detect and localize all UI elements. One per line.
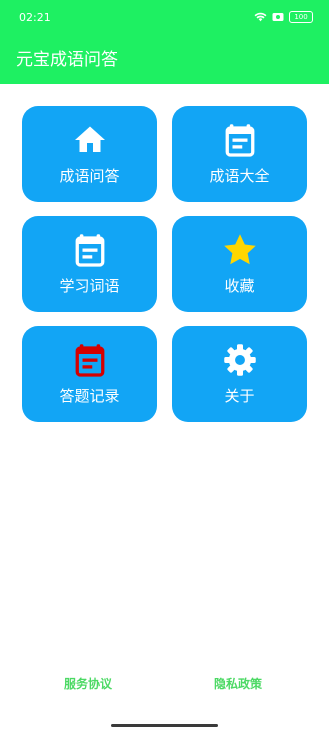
home-icon: [72, 122, 108, 158]
tile-idiom-dictionary[interactable]: 成语大全: [172, 106, 307, 202]
tile-label: 学习词语: [59, 277, 120, 295]
tile-answer-records[interactable]: 答题记录: [22, 326, 157, 422]
service-agreement-link[interactable]: 服务协议: [64, 676, 112, 692]
status-icons: 100: [254, 11, 313, 23]
tile-favorites[interactable]: 收藏: [172, 216, 307, 312]
calendar-icon: [72, 232, 108, 268]
calendar-icon: [222, 122, 258, 158]
tile-label: 答题记录: [59, 387, 120, 405]
status-bar: 02:21 100: [0, 0, 329, 36]
home-indicator[interactable]: [111, 724, 218, 727]
tile-label: 关于: [224, 387, 255, 405]
star-icon: [222, 232, 258, 268]
tile-label: 收藏: [224, 277, 255, 295]
app-title: 元宝成语问答: [16, 50, 118, 70]
tile-idiom-quiz[interactable]: 成语问答: [22, 106, 157, 202]
calendar-icon: [72, 342, 108, 378]
tile-label: 成语问答: [59, 167, 120, 185]
gear-icon: [222, 342, 258, 378]
app-bar: 元宝成语问答: [0, 36, 329, 84]
wifi-icon: [254, 12, 267, 22]
status-time: 02:21: [19, 11, 51, 24]
tile-label: 成语大全: [209, 167, 270, 185]
tile-about[interactable]: 关于: [172, 326, 307, 422]
screen-record-icon: [272, 12, 284, 22]
privacy-policy-link[interactable]: 隐私政策: [214, 676, 262, 692]
battery-icon: 100: [289, 11, 313, 23]
tile-study-words[interactable]: 学习词语: [22, 216, 157, 312]
